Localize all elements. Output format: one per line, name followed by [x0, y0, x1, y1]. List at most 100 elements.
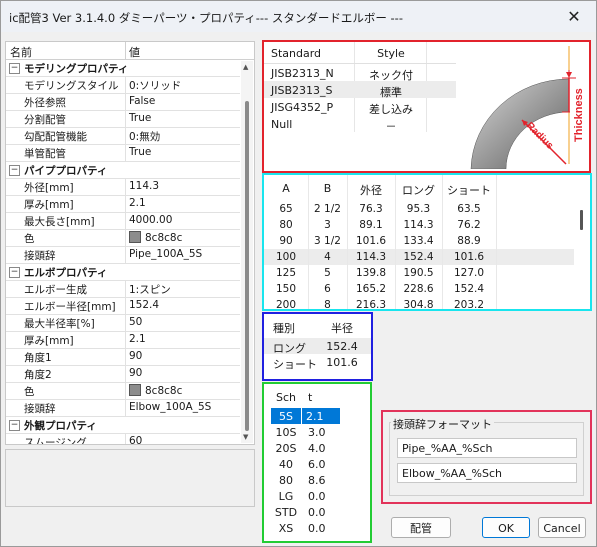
- sch-column-header[interactable]: Sch: [273, 391, 299, 404]
- schedule-row[interactable]: 5S 2.1: [264, 408, 370, 424]
- scroll-down-icon[interactable]: ▼: [243, 433, 248, 441]
- schedule-table[interactable]: Sch t 5S 2.1 10S 3.0 20S 4.0 40 6.0 80 8.6 LG 0.0 ST…: [262, 382, 372, 543]
- pipe-size-scrollbar[interactable]: [576, 175, 588, 309]
- collapse-icon[interactable]: −: [9, 267, 20, 278]
- property-row[interactable]: 分割配管 True: [6, 111, 240, 128]
- pipe-size-row[interactable]: 150 6 165.2 228.6 152.4: [264, 281, 574, 297]
- color-swatch: [129, 231, 141, 243]
- property-row[interactable]: 外径[mm] 114.3: [6, 179, 240, 196]
- property-row[interactable]: 単管配管 True: [6, 145, 240, 162]
- property-value[interactable]: Pipe_100A_5S: [129, 248, 202, 260]
- property-value[interactable]: 2.1: [129, 333, 146, 345]
- property-row[interactable]: 接頭辞 Elbow_100A_5S: [6, 400, 240, 417]
- property-value[interactable]: 0:無効: [129, 129, 160, 144]
- collapse-icon[interactable]: −: [9, 63, 20, 74]
- property-row[interactable]: エルボー生成 1:スピン: [6, 281, 240, 298]
- cancel-button[interactable]: Cancel: [538, 517, 586, 538]
- schedule-row[interactable]: XS 0.0: [264, 520, 370, 536]
- property-row[interactable]: 角度2 90: [6, 366, 240, 383]
- pipe-size-row[interactable]: 125 5 139.8 190.5 127.0: [264, 265, 574, 281]
- property-row[interactable]: 角度1 90: [6, 349, 240, 366]
- thickness-column-header[interactable]: t: [308, 391, 312, 404]
- property-row[interactable]: 最大半径率[%] 50: [6, 315, 240, 332]
- schedule-row[interactable]: LG 0.0: [264, 488, 370, 504]
- property-row[interactable]: 色 8c8c8c: [6, 383, 240, 400]
- property-row[interactable]: 接頭辞 Pipe_100A_5S: [6, 247, 240, 264]
- standard-row[interactable]: JISB2313_S 標準: [264, 81, 456, 99]
- property-value[interactable]: 8c8c8c: [129, 231, 182, 244]
- schedule-row[interactable]: STD 0.0: [264, 504, 370, 520]
- header-short[interactable]: ショート: [442, 182, 496, 198]
- ok-button[interactable]: OK: [482, 517, 530, 538]
- property-row[interactable]: 勾配配管機能 0:無効: [6, 128, 240, 145]
- pipe-size-cell: 139.8: [355, 267, 387, 279]
- pipe-size-row[interactable]: 90 3 1/2 101.6 133.4 88.9: [264, 233, 574, 249]
- property-category[interactable]: − 外観プロパティ: [6, 417, 240, 434]
- property-row[interactable]: 厚み[mm] 2.1: [6, 196, 240, 213]
- standard-row[interactable]: Null －: [264, 115, 456, 133]
- property-category[interactable]: − パイププロパティ: [6, 162, 240, 179]
- scroll-up-icon[interactable]: ▲: [243, 63, 248, 71]
- property-value[interactable]: 50: [129, 316, 142, 328]
- property-value[interactable]: 1:スピン: [129, 282, 171, 297]
- property-value[interactable]: True: [129, 146, 151, 158]
- pipe-size-row[interactable]: 80 3 89.1 114.3 76.2: [264, 217, 574, 233]
- property-value[interactable]: Elbow_100A_5S: [129, 401, 211, 413]
- property-row[interactable]: 色 8c8c8c: [6, 230, 240, 247]
- collapse-icon[interactable]: −: [9, 420, 20, 431]
- radius-type-table[interactable]: 種別 半径 ロング 152.4 ショート 101.6: [262, 312, 373, 381]
- schedule-row[interactable]: 80 8.6: [264, 472, 370, 488]
- property-row[interactable]: スムージング 60: [6, 434, 240, 444]
- standard-row[interactable]: JISG4352_P 差し込み: [264, 98, 456, 116]
- property-row[interactable]: モデリングスタイル 0:ソリッド: [6, 77, 240, 94]
- header-long[interactable]: ロング: [395, 182, 442, 198]
- header-b[interactable]: B: [308, 182, 347, 195]
- property-grid-scrollbar[interactable]: ▲ ▼: [241, 61, 253, 443]
- standard-table[interactable]: Standard Style JISB2313_N ネック付 JISB2313_S 標…: [264, 42, 456, 133]
- property-value[interactable]: 152.4: [129, 299, 159, 311]
- property-value[interactable]: 90: [129, 367, 142, 379]
- piping-button[interactable]: 配管: [391, 517, 451, 538]
- schedule-row[interactable]: 10S 3.0: [264, 424, 370, 440]
- property-row[interactable]: 厚み[mm] 2.1: [6, 332, 240, 349]
- style-column-header[interactable]: Style: [356, 47, 426, 60]
- column-header-name[interactable]: 名前: [10, 44, 32, 60]
- property-grid[interactable]: 名前 値 − モデリングプロパティ モデリングスタイル 0:ソリッド 外径参照 False…: [5, 41, 255, 445]
- property-value[interactable]: 4000.00: [129, 214, 172, 226]
- elbow-prefix-format-input[interactable]: Elbow_%AA_%Sch: [397, 463, 577, 483]
- property-value[interactable]: False: [129, 95, 155, 107]
- pipe-size-row[interactable]: 65 2 1/2 76.3 95.3 63.5: [264, 201, 574, 217]
- property-row[interactable]: 外径参照 False: [6, 94, 240, 111]
- pipe-size-cell: 125: [275, 267, 297, 279]
- property-value[interactable]: 60: [129, 435, 142, 444]
- collapse-icon[interactable]: −: [9, 165, 20, 176]
- property-row[interactable]: エルボー半径[mm] 152.4: [6, 298, 240, 315]
- header-a[interactable]: A: [264, 182, 308, 195]
- pipe-size-table[interactable]: A B 外径 ロング ショート 65 2 1/2 76.3 95.3 63.5 80 3 89…: [262, 173, 592, 311]
- scroll-thumb[interactable]: [245, 101, 249, 431]
- standard-column-header[interactable]: Standard: [271, 47, 321, 60]
- property-category[interactable]: − エルボプロパティ: [6, 264, 240, 281]
- header-od[interactable]: 外径: [347, 182, 395, 198]
- close-icon[interactable]: ✕: [552, 1, 596, 32]
- radius-column-header[interactable]: 半径: [320, 320, 364, 336]
- property-category[interactable]: − モデリングプロパティ: [6, 60, 240, 77]
- kind-column-header[interactable]: 種別: [273, 320, 295, 336]
- property-row[interactable]: 最大長さ[mm] 4000.00: [6, 213, 240, 230]
- property-value[interactable]: 2.1: [129, 197, 146, 209]
- scroll-thumb[interactable]: [580, 210, 583, 230]
- pipe-size-row[interactable]: 100 4 114.3 152.4 101.6: [264, 249, 574, 265]
- radius-type-row[interactable]: ショート 101.6: [264, 354, 371, 371]
- pipe-prefix-format-input[interactable]: Pipe_%AA_%Sch: [397, 438, 577, 458]
- schedule-row[interactable]: 40 6.0: [264, 456, 370, 472]
- property-value[interactable]: 90: [129, 350, 142, 362]
- property-value[interactable]: 114.3: [129, 180, 159, 192]
- schedule-row[interactable]: 20S 4.0: [264, 440, 370, 456]
- column-header-value[interactable]: 値: [129, 44, 140, 60]
- radius-type-row[interactable]: ロング 152.4: [264, 338, 371, 355]
- standard-row[interactable]: JISB2313_N ネック付: [264, 64, 456, 82]
- property-value[interactable]: 8c8c8c: [129, 384, 182, 397]
- pipe-size-row[interactable]: 200 8 216.3 304.8 203.2: [264, 297, 574, 309]
- property-value[interactable]: 0:ソリッド: [129, 78, 181, 93]
- property-value[interactable]: True: [129, 112, 151, 124]
